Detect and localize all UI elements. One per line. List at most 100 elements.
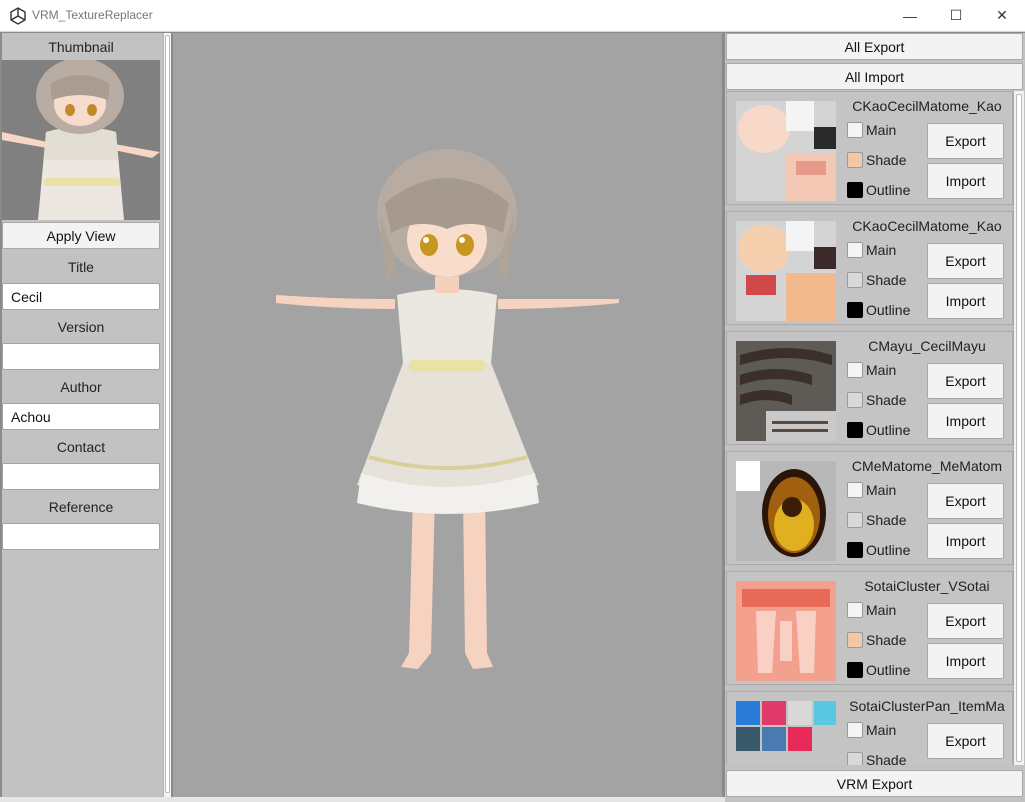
shade-label: Shade [866, 632, 907, 648]
import-button[interactable]: Import [927, 283, 1004, 319]
left-scrollbar-thumb[interactable] [165, 35, 170, 793]
outline-color-swatch[interactable] [847, 182, 863, 198]
shade-color-swatch[interactable] [847, 632, 863, 648]
vrm-export-button[interactable]: VRM Export [726, 770, 1023, 797]
window-title: VRM_TextureReplacer [32, 8, 153, 22]
thumbnail-character-image [2, 60, 160, 220]
thumbnail-label: Thumbnail [48, 39, 114, 55]
shade-color-swatch[interactable] [847, 752, 863, 765]
material-name: SotaiCluster_VSotai [864, 578, 990, 594]
shade-color-row[interactable]: Shade [847, 510, 906, 530]
import-button[interactable]: Import [927, 643, 1004, 679]
material-texture-thumbnail [736, 221, 836, 321]
material-texture-thumbnail [736, 461, 836, 561]
outline-color-swatch[interactable] [847, 662, 863, 678]
export-button[interactable]: Export [927, 123, 1004, 159]
shade-color-swatch[interactable] [847, 272, 863, 288]
reference-field[interactable] [2, 523, 160, 550]
main-checkbox-row[interactable]: Main [847, 360, 896, 380]
main-checkbox-row[interactable]: Main [847, 720, 896, 740]
left-scrollbar[interactable] [163, 33, 171, 797]
close-icon: ✕ [996, 7, 1008, 23]
version-label: Version [57, 319, 105, 335]
title-bar: VRM_TextureReplacer — ☐ ✕ [0, 0, 1025, 32]
close-button[interactable]: ✕ [979, 0, 1025, 31]
contact-field[interactable] [2, 463, 160, 490]
shade-color-swatch[interactable] [847, 512, 863, 528]
outline-color-row[interactable]: Outline [847, 540, 910, 560]
author-field[interactable]: Achou [2, 403, 160, 430]
main-checkbox-row[interactable]: Main [847, 600, 896, 620]
main-checkbox-label: Main [866, 482, 897, 498]
metadata-panel: Thumbnail Apply View Title Cecil Version… [2, 33, 171, 797]
main-checkbox-row[interactable]: Main [847, 480, 896, 500]
shade-color-row[interactable]: Shade [847, 150, 906, 170]
outline-color-row[interactable]: Outline [847, 180, 910, 200]
main-checkbox-row[interactable]: Main [847, 240, 896, 260]
shade-color-row[interactable]: Shade [847, 750, 906, 765]
import-button[interactable]: Import [927, 523, 1004, 559]
right-scrollbar-thumb[interactable] [1016, 94, 1022, 762]
main-checkbox-row[interactable]: Main [847, 120, 896, 140]
main-checkbox[interactable] [847, 242, 863, 258]
main-checkbox[interactable] [847, 122, 863, 138]
shade-label: Shade [866, 512, 907, 528]
shade-color-swatch[interactable] [847, 152, 863, 168]
outline-color-row[interactable]: Outline [847, 300, 910, 320]
maximize-icon: ☐ [949, 7, 963, 23]
outline-color-row[interactable]: Outline [847, 660, 910, 680]
export-button[interactable]: Export [927, 363, 1004, 399]
material-name: SotaiClusterPan_ItemMa [849, 698, 1005, 714]
title-label: Title [68, 259, 94, 275]
texture-panel: All Export All Import CKaoCecilMatome_Ka… [725, 33, 1025, 802]
outline-color-swatch[interactable] [847, 302, 863, 318]
material-item: CKaoCecilMatome_Kao Main Shade Outline E… [726, 211, 1013, 325]
all-import-button[interactable]: All Import [726, 63, 1023, 90]
material-texture-thumbnail [736, 341, 836, 441]
main-checkbox-label: Main [866, 362, 897, 378]
main-checkbox[interactable] [847, 362, 863, 378]
import-button[interactable]: Import [927, 403, 1004, 439]
minimize-button[interactable]: — [887, 0, 933, 31]
shade-color-swatch[interactable] [847, 392, 863, 408]
export-button[interactable]: Export [927, 243, 1004, 279]
material-list: CKaoCecilMatome_Kao Main Shade Outline E… [725, 91, 1013, 765]
version-field[interactable] [2, 343, 160, 370]
shade-label: Shade [866, 392, 907, 408]
thumbnail-preview [2, 60, 160, 220]
material-item: CMayu_CecilMayu Main Shade Outline Expor… [726, 331, 1013, 445]
main-checkbox[interactable] [847, 602, 863, 618]
main-checkbox-label: Main [866, 122, 897, 138]
export-button[interactable]: Export [927, 723, 1004, 759]
right-scrollbar[interactable] [1013, 91, 1024, 765]
apply-view-button[interactable]: Apply View [2, 222, 160, 249]
export-button[interactable]: Export [927, 483, 1004, 519]
shade-color-row[interactable]: Shade [847, 270, 906, 290]
main-checkbox[interactable] [847, 482, 863, 498]
maximize-button[interactable]: ☐ [933, 0, 979, 31]
material-item: SotaiCluster_VSotai Main Shade Outline E… [726, 571, 1013, 685]
shade-color-row[interactable]: Shade [847, 630, 906, 650]
import-button[interactable]: Import [927, 163, 1004, 199]
contact-label: Contact [56, 439, 106, 455]
export-button[interactable]: Export [927, 603, 1004, 639]
material-texture-thumbnail [736, 581, 836, 681]
material-texture-thumbnail [736, 101, 836, 201]
main-checkbox[interactable] [847, 722, 863, 738]
outline-color-swatch[interactable] [847, 542, 863, 558]
shade-label: Shade [866, 752, 907, 765]
model-viewport[interactable] [173, 33, 722, 797]
material-texture-thumbnail [736, 701, 836, 765]
outline-color-row[interactable]: Outline [847, 420, 910, 440]
material-name: CMeMatome_MeMatom [851, 458, 1003, 474]
outline-label: Outline [866, 542, 911, 558]
outline-color-swatch[interactable] [847, 422, 863, 438]
material-item: SotaiClusterPan_ItemMa Main Shade Export [726, 691, 1013, 765]
outline-label: Outline [866, 182, 911, 198]
material-item: CMeMatome_MeMatom Main Shade Outline Exp… [726, 451, 1013, 565]
shade-color-row[interactable]: Shade [847, 390, 906, 410]
title-field[interactable]: Cecil [2, 283, 160, 310]
outline-label: Outline [866, 422, 911, 438]
all-export-button[interactable]: All Export [726, 33, 1023, 60]
reference-label: Reference [48, 499, 114, 515]
